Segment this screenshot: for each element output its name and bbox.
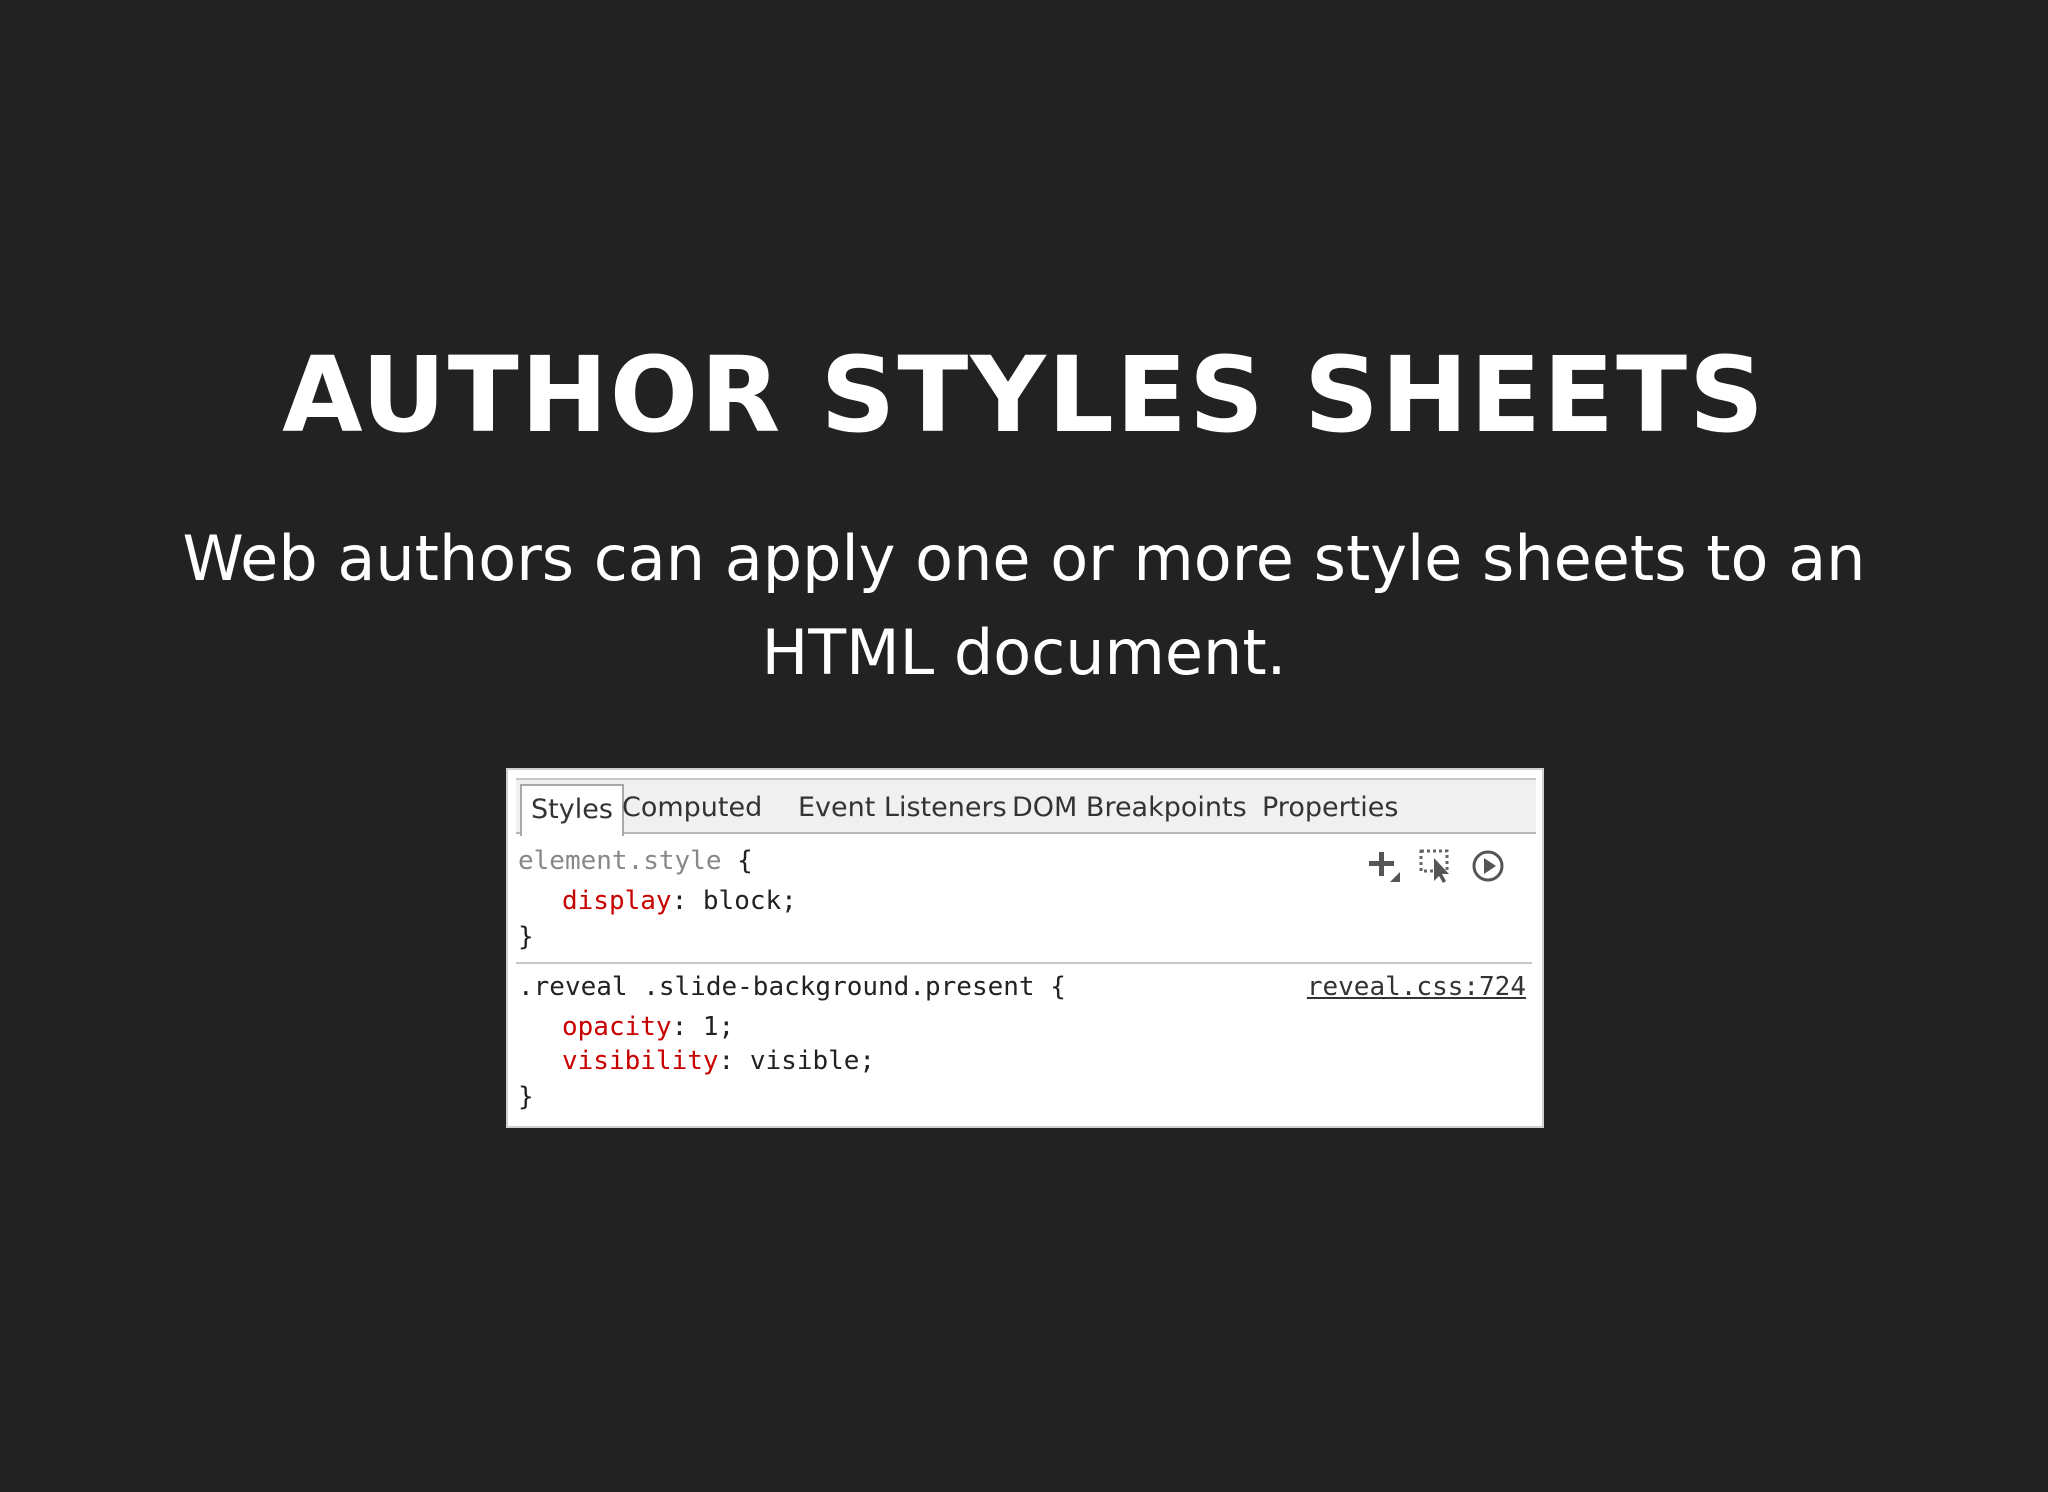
property-name[interactable]: opacity — [562, 1012, 672, 1042]
source-link-reveal-css[interactable]: reveal.css:724 — [1307, 970, 1526, 1004]
rule-selector: element.style — [518, 846, 722, 876]
open-brace: { — [737, 846, 753, 876]
declaration-visibility[interactable]: visibility: visible; — [562, 1044, 875, 1078]
slide-subtitle: Web authors can apply one or more style … — [182, 522, 1866, 689]
declaration-display[interactable]: display: block; — [562, 884, 797, 918]
rule-divider — [516, 962, 1532, 964]
devtools-tab-strip: Styles Computed Event Listeners DOM Brea… — [516, 778, 1536, 836]
slide-title: AUTHOR STYLES SHEETS — [282, 334, 1766, 456]
property-value[interactable]: 1; — [703, 1012, 734, 1042]
property-name[interactable]: display — [562, 886, 672, 916]
property-value[interactable]: block; — [703, 886, 797, 916]
property-name[interactable]: visibility — [562, 1046, 719, 1076]
tab-properties[interactable]: Properties — [1262, 784, 1398, 834]
tab-dom-breakpoints[interactable]: DOM Breakpoints — [1012, 784, 1247, 834]
property-value[interactable]: visible; — [750, 1046, 875, 1076]
tab-styles[interactable]: Styles — [520, 784, 624, 836]
rule-selector-element-style: element.style { — [518, 844, 753, 878]
close-brace: } — [518, 922, 534, 952]
close-brace: } — [518, 1082, 534, 1112]
tab-computed[interactable]: Computed — [622, 784, 762, 834]
play-circle-icon[interactable] — [1470, 848, 1506, 884]
new-style-rule-icon[interactable] — [1366, 848, 1402, 884]
devtools-styles-panel: Styles Computed Event Listeners DOM Brea… — [506, 768, 1544, 1128]
rule-selector-reveal: .reveal .slide-background.present { — [518, 970, 1066, 1004]
rule-selector: .reveal .slide-background.present — [518, 972, 1035, 1002]
declaration-opacity[interactable]: opacity: 1; — [562, 1010, 734, 1044]
element-state-icon[interactable] — [1418, 848, 1454, 884]
tab-event-listeners[interactable]: Event Listeners — [798, 784, 1007, 834]
open-brace: { — [1050, 972, 1066, 1002]
